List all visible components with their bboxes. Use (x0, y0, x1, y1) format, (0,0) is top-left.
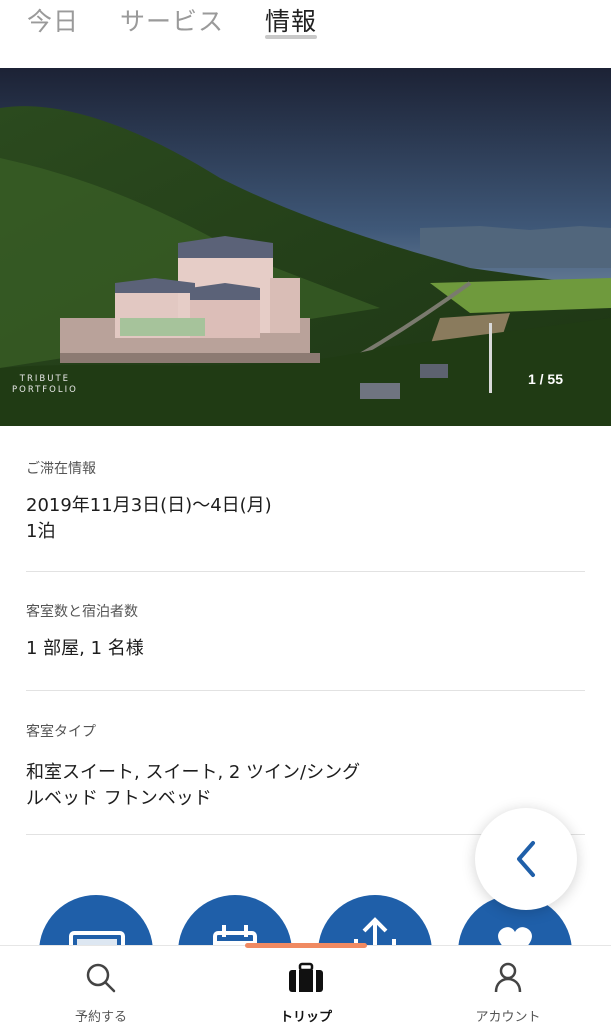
chevron-left-icon (517, 841, 535, 877)
nav-account-label: アカウント (475, 1010, 541, 1024)
tab-info[interactable]: 情報 (265, 2, 317, 38)
room-type-line-2: ルベッド フトンベッド (26, 788, 212, 809)
active-tab-indicator (265, 35, 317, 39)
suitcase-icon (289, 962, 323, 992)
back-button[interactable] (475, 808, 577, 910)
tab-services[interactable]: サービス (120, 2, 224, 38)
room-type-line-1: 和室スイート, スイート, 2 ツイン/シング (26, 762, 361, 783)
room-type-label: 客室タイプ (26, 724, 96, 740)
nav-trip[interactable]: トリップ (236, 946, 376, 1024)
stay-nights: 1泊 (26, 521, 56, 542)
stay-info-section: ご滞在情報 2019年11月3日(日)〜4日(月) 1泊 (26, 458, 585, 545)
rooms-guests-section: 客室数と宿泊者数 1 部屋, 1 名様 (26, 601, 585, 662)
hotel-photo (0, 68, 611, 426)
rooms-guests-label: 客室数と宿泊者数 (26, 604, 138, 620)
person-icon (494, 962, 522, 993)
divider (26, 690, 585, 691)
hotel-photo-carousel[interactable]: TRIBUTE PORTFOLIO 1 / 55 (0, 68, 611, 426)
nav-book-label: 予約する (74, 1010, 127, 1024)
top-tab-bar: 今日 サービス 情報 (0, 0, 611, 62)
logo-line-1: TRIBUTE (19, 374, 71, 384)
tribute-portfolio-logo: TRIBUTE PORTFOLIO (12, 374, 78, 396)
photo-counter: 1 / 55 (527, 371, 563, 387)
stay-dates: 2019年11月3日(日)〜4日(月) (26, 495, 272, 516)
logo-line-2: PORTFOLIO (12, 385, 78, 395)
nav-trip-label: トリップ (279, 1010, 332, 1024)
nav-account[interactable]: アカウント (438, 946, 578, 1024)
tab-today[interactable]: 今日 (27, 2, 79, 38)
divider (26, 571, 585, 572)
bottom-navigation: 予約する トリップ アカウント (0, 943, 611, 1024)
search-icon (86, 963, 116, 993)
stay-info-label: ご滞在情報 (26, 461, 96, 477)
nav-book[interactable]: 予約する (31, 946, 171, 1024)
room-type-section: 客室タイプ 和室スイート, スイート, 2 ツイン/シング ルベッド フトンベッ… (26, 721, 585, 812)
rooms-guests-value: 1 部屋, 1 名様 (26, 638, 144, 659)
